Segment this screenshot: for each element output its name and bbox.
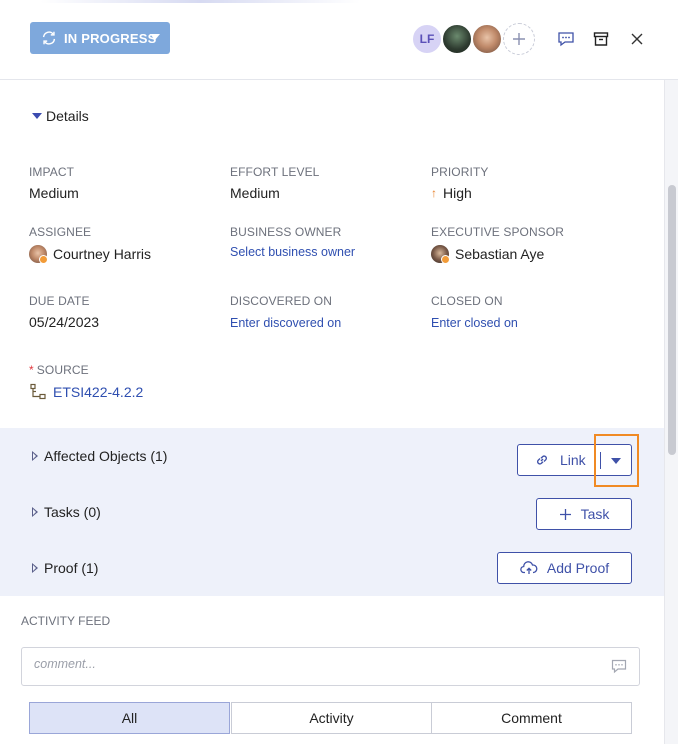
priority-field[interactable]: PRIORITY ↑ High bbox=[431, 165, 488, 201]
business-owner-field[interactable]: BUSINESS OWNER Select business owner bbox=[230, 225, 355, 259]
field-label: BUSINESS OWNER bbox=[230, 225, 342, 239]
hierarchy-icon bbox=[30, 383, 46, 400]
collaborator-avatars: LF bbox=[411, 23, 535, 55]
scrollbar-thumb[interactable] bbox=[668, 185, 676, 455]
field-value[interactable]: Courtney Harris bbox=[29, 245, 152, 264]
field-label: * SOURCE bbox=[29, 363, 89, 377]
archive-icon[interactable] bbox=[591, 29, 611, 49]
related-sections: Affected Objects (1) Link Tasks (0) Task… bbox=[0, 428, 664, 596]
caret-right-icon bbox=[32, 563, 38, 573]
section-title: Tasks (0) bbox=[44, 504, 101, 520]
add-task-button[interactable]: Task bbox=[536, 498, 632, 530]
field-label: EXECUTIVE SPONSOR bbox=[431, 225, 565, 239]
caret-right-icon bbox=[32, 451, 38, 461]
arrow-up-icon: ↑ bbox=[431, 186, 437, 200]
avatar[interactable] bbox=[441, 23, 473, 55]
proof-toggle[interactable]: Proof (1) bbox=[32, 560, 98, 576]
field-value[interactable]: ↑ High bbox=[431, 185, 488, 201]
field-label: ASSIGNEE bbox=[29, 225, 92, 239]
avatar bbox=[431, 245, 450, 264]
plus-icon bbox=[559, 508, 571, 520]
plus-icon bbox=[513, 33, 525, 45]
field-value[interactable]: 05/24/2023 bbox=[29, 314, 99, 330]
due-date-field[interactable]: DUE DATE 05/24/2023 bbox=[29, 294, 99, 330]
effort-level-field[interactable]: EFFORT LEVEL Medium bbox=[230, 165, 319, 201]
field-label: IMPACT bbox=[29, 165, 75, 179]
detail-content: Details IMPACT Medium EFFORT LEVEL Mediu… bbox=[0, 80, 664, 744]
avatar[interactable] bbox=[471, 23, 503, 55]
status-dropdown-button[interactable]: IN PROGRESS bbox=[30, 22, 170, 54]
source-value: ETSI422-4.2.2 bbox=[53, 384, 144, 400]
link-button-label: Link bbox=[560, 452, 586, 468]
section-title: Affected Objects (1) bbox=[44, 448, 168, 464]
add-collaborator-button[interactable] bbox=[503, 23, 535, 55]
highlight-box bbox=[594, 434, 639, 487]
sync-icon bbox=[42, 31, 56, 45]
avatar[interactable]: LF bbox=[411, 23, 443, 55]
status-label: IN PROGRESS bbox=[64, 30, 157, 46]
comment-icon[interactable] bbox=[556, 29, 576, 49]
closed-on-field[interactable]: CLOSED ON Enter closed on bbox=[431, 294, 518, 330]
avatar bbox=[29, 245, 48, 264]
add-proof-label: Add Proof bbox=[546, 560, 610, 576]
caret-down-icon bbox=[32, 113, 42, 119]
vertical-scrollbar[interactable] bbox=[664, 80, 678, 744]
tab-activity[interactable]: Activity bbox=[231, 702, 432, 734]
source-link[interactable]: ETSI422-4.2.2 bbox=[29, 383, 143, 401]
task-button-label: Task bbox=[580, 506, 610, 522]
details-title: Details bbox=[46, 108, 89, 124]
comment-input[interactable]: comment... bbox=[21, 647, 640, 686]
field-label: DISCOVERED ON bbox=[230, 294, 332, 308]
tab-all[interactable]: All bbox=[29, 702, 230, 734]
field-value[interactable]: Sebastian Aye bbox=[431, 245, 564, 264]
field-value[interactable]: Medium bbox=[29, 185, 79, 201]
tasks-toggle[interactable]: Tasks (0) bbox=[32, 504, 101, 520]
add-proof-button[interactable]: Add Proof bbox=[497, 552, 632, 584]
field-label: DUE DATE bbox=[29, 294, 90, 308]
affected-objects-toggle[interactable]: Affected Objects (1) bbox=[32, 448, 167, 464]
close-icon[interactable] bbox=[627, 29, 647, 49]
field-label: CLOSED ON bbox=[431, 294, 503, 308]
caret-right-icon bbox=[32, 507, 38, 517]
assignee-field[interactable]: ASSIGNEE Courtney Harris bbox=[29, 225, 152, 264]
assignee-name: Courtney Harris bbox=[53, 246, 152, 262]
enter-closed-on-link[interactable]: Enter closed on bbox=[431, 316, 518, 330]
comment-placeholder: comment... bbox=[34, 657, 96, 671]
panel-header: IN PROGRESS LF bbox=[0, 0, 678, 80]
required-marker: * bbox=[29, 363, 34, 377]
comment-icon bbox=[611, 659, 627, 674]
discovered-on-field[interactable]: DISCOVERED ON Enter discovered on bbox=[230, 294, 341, 330]
priority-value: High bbox=[443, 185, 472, 201]
field-label: PRIORITY bbox=[431, 165, 489, 179]
activity-feed-heading: ACTIVITY FEED bbox=[21, 614, 111, 628]
impact-field[interactable]: IMPACT Medium bbox=[29, 165, 79, 201]
field-value[interactable]: Medium bbox=[230, 185, 319, 201]
details-toggle[interactable]: Details bbox=[32, 108, 89, 124]
chevron-down-icon bbox=[150, 34, 160, 40]
section-title: Proof (1) bbox=[44, 560, 99, 576]
header-shadow bbox=[40, 0, 360, 3]
tab-comment[interactable]: Comment bbox=[431, 702, 632, 734]
source-field[interactable]: * SOURCE ETSI422-4.2.2 bbox=[29, 363, 143, 401]
select-business-owner-link[interactable]: Select business owner bbox=[230, 245, 355, 259]
field-label: EFFORT LEVEL bbox=[230, 165, 320, 179]
activity-tabs: All Activity Comment bbox=[29, 702, 632, 734]
cloud-upload-icon bbox=[520, 561, 538, 574]
enter-discovered-on-link[interactable]: Enter discovered on bbox=[230, 316, 341, 330]
executive-sponsor-field[interactable]: EXECUTIVE SPONSOR Sebastian Aye bbox=[431, 225, 565, 264]
sponsor-name: Sebastian Aye bbox=[455, 246, 545, 262]
link-icon bbox=[537, 455, 547, 465]
